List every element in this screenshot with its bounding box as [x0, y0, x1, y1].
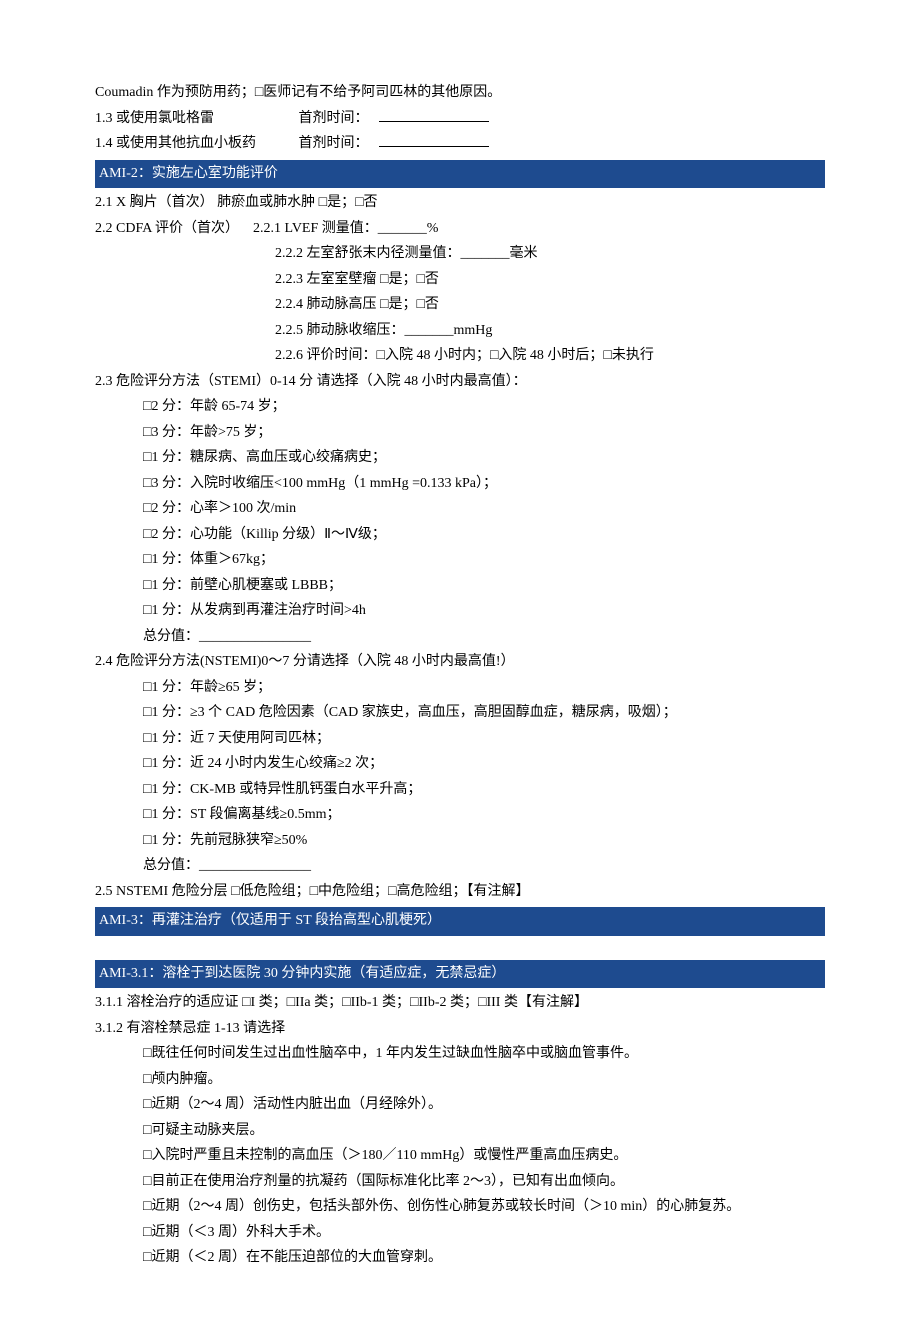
nstemi-item-2[interactable]: □1 分：≥3 个 CAD 危险因素（CAD 家族史，高血压，高胆固醇血症，糖尿… — [95, 701, 825, 726]
stemi-item-9[interactable]: □1 分：从发病到再灌注治疗时间>4h — [95, 599, 825, 624]
row-2-2-5: 2.2.5 肺动脉收缩压：_______mmHg — [95, 319, 825, 344]
contra-item-3[interactable]: □近期（2～4 周）活动性内脏出血（月经除外）。 — [95, 1093, 825, 1118]
row-3-1-2: 3.1.2 有溶栓禁忌症 1-13 请选择 — [95, 1017, 825, 1042]
stemi-item-4[interactable]: □3 分：入院时收缩压<100 mmHg（1 mmHg =0.133 kPa）； — [95, 472, 825, 497]
row-2-2-1: 2.2.1 LVEF 测量值：_______% — [253, 221, 438, 236]
row-2-3: 2.3 危险评分方法（STEMI）0-14 分 请选择（入院 48 小时内最高值… — [95, 370, 825, 395]
stemi-item-1[interactable]: □2 分：年龄 65-74 岁； — [95, 395, 825, 420]
stemi-item-5[interactable]: □2 分：心率＞100 次/min — [95, 497, 825, 522]
section-ami-3-1: AMI-3.1：溶栓于到达医院 30 分钟内实施（有适应症，无禁忌症） — [95, 960, 825, 989]
time-label-1-3: 首剂时间： — [299, 107, 379, 132]
time-blank-1-3[interactable] — [379, 107, 489, 122]
contra-item-1[interactable]: □既往任何时间发生过出血性脑卒中，1 年内发生过缺血性脑卒中或脑血管事件。 — [95, 1042, 825, 1067]
nstemi-total: 总分值：________________ — [95, 854, 825, 879]
label-2-2: 2.2 CDFA 评价（首次） — [95, 221, 239, 236]
row-2-2-4: 2.2.4 肺动脉高压 □是；□否 — [95, 293, 825, 318]
coumadin-note: Coumadin 作为预防用药；□医师记有不给予阿司匹林的其他原因。 — [95, 81, 825, 106]
row-2-2: 2.2 CDFA 评价（首次） 2.2.1 LVEF 测量值：_______% — [95, 217, 825, 242]
row-2-2-6: 2.2.6 评价时间：□入院 48 小时内；□入院 48 小时后；□未执行 — [95, 344, 825, 369]
contra-item-2[interactable]: □颅内肿瘤。 — [95, 1068, 825, 1093]
contra-item-4[interactable]: □可疑主动脉夹层。 — [95, 1119, 825, 1144]
row-2-2-2: 2.2.2 左室舒张末内径测量值：_______毫米 — [95, 242, 825, 267]
nstemi-item-1[interactable]: □1 分：年龄≥65 岁； — [95, 676, 825, 701]
row-1-3: 1.3 或使用氯吡格雷 首剂时间： — [95, 107, 825, 132]
row-2-1: 2.1 X 胸片（首次） 肺瘀血或肺水肿 □是；□否 — [95, 191, 825, 216]
contra-item-8[interactable]: □近期（＜3 周）外科大手术。 — [95, 1221, 825, 1246]
stemi-item-2[interactable]: □3 分：年龄>75 岁； — [95, 421, 825, 446]
nstemi-item-5[interactable]: □1 分：CK-MB 或特异性肌钙蛋白水平升高； — [95, 778, 825, 803]
nstemi-item-6[interactable]: □1 分：ST 段偏离基线≥0.5mm； — [95, 803, 825, 828]
row-2-5: 2.5 NSTEMI 危险分层 □低危险组；□中危险组；□高危险组；【有注解】 — [95, 880, 825, 905]
row-2-2-3: 2.2.3 左室室壁瘤 □是；□否 — [95, 268, 825, 293]
stemi-item-8[interactable]: □1 分：前壁心肌梗塞或 LBBB； — [95, 574, 825, 599]
section-ami-2: AMI-2：实施左心室功能评价 — [95, 160, 825, 189]
nstemi-item-7[interactable]: □1 分：先前冠脉狭窄≥50% — [95, 829, 825, 854]
section-ami-3: AMI-3：再灌注治疗（仅适用于 ST 段抬高型心肌梗死） — [95, 907, 825, 936]
stemi-item-7[interactable]: □1 分：体重＞67kg； — [95, 548, 825, 573]
contra-item-5[interactable]: □入院时严重且未控制的高血压（＞180／110 mmHg）或慢性严重高血压病史。 — [95, 1144, 825, 1169]
nstemi-item-3[interactable]: □1 分：近 7 天使用阿司匹林； — [95, 727, 825, 752]
label-1-3: 1.3 或使用氯吡格雷 — [95, 107, 295, 132]
time-blank-1-4[interactable] — [379, 132, 489, 147]
contra-item-6[interactable]: □目前正在使用治疗剂量的抗凝药（国际标准化比率 2～3），已知有出血倾向。 — [95, 1170, 825, 1195]
time-label-1-4: 首剂时间： — [299, 132, 379, 157]
row-2-4: 2.4 危险评分方法(NSTEMI)0～7 分请选择（入院 48 小时内最高值!… — [95, 650, 825, 675]
nstemi-item-4[interactable]: □1 分：近 24 小时内发生心绞痛≥2 次； — [95, 752, 825, 777]
spacer — [95, 939, 825, 957]
contra-item-7[interactable]: □近期（2～4 周）创伤史，包括头部外伤、创伤性心肺复苏或较长时间（＞10 mi… — [95, 1195, 825, 1220]
row-3-1-1: 3.1.1 溶栓治疗的适应证 □I 类；□IIa 类；□IIb-1 类；□IIb… — [95, 991, 825, 1016]
stemi-total: 总分值：________________ — [95, 625, 825, 650]
stemi-item-3[interactable]: □1 分：糖尿病、高血压或心绞痛病史； — [95, 446, 825, 471]
stemi-item-6[interactable]: □2 分：心功能（Killip 分级）Ⅱ～Ⅳ级； — [95, 523, 825, 548]
contra-item-9[interactable]: □近期（＜2 周）在不能压迫部位的大血管穿刺。 — [95, 1246, 825, 1271]
label-1-4: 1.4 或使用其他抗血小板药 — [95, 132, 295, 157]
row-1-4: 1.4 或使用其他抗血小板药 首剂时间： — [95, 132, 825, 157]
